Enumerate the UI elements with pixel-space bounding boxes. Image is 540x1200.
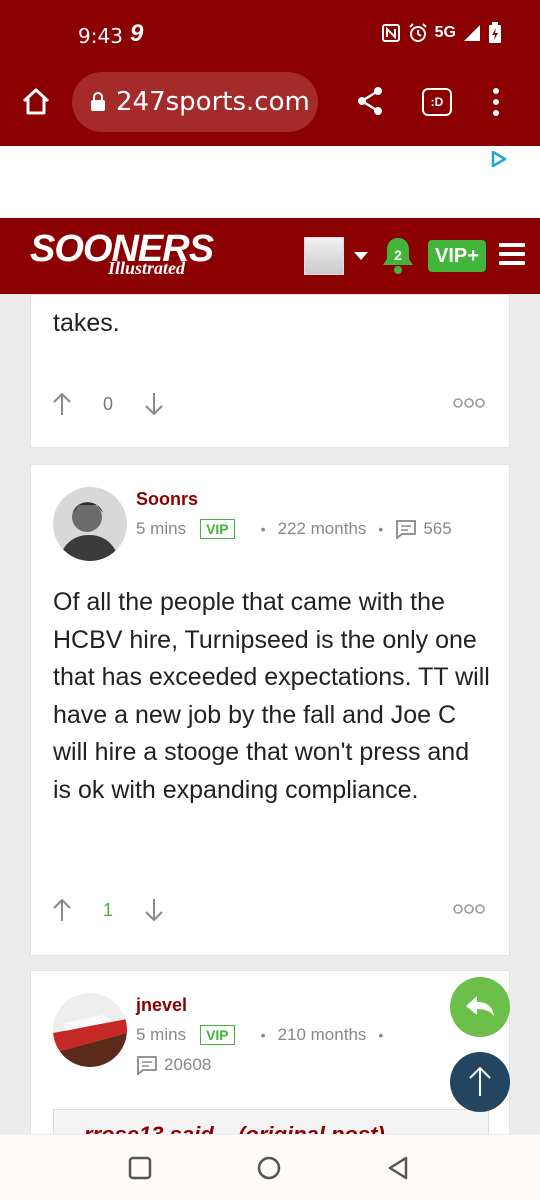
browser-toolbar: 247sports.com :D: [0, 72, 540, 146]
notification-count: 2: [394, 247, 402, 263]
home-nav-icon[interactable]: [256, 1155, 282, 1181]
ad-banner[interactable]: [0, 146, 540, 218]
member-tenure: 210 months: [277, 1025, 367, 1044]
message-count-icon: [137, 1056, 157, 1075]
share-icon[interactable]: [356, 86, 384, 116]
username-link[interactable]: Soonrs: [136, 489, 198, 510]
status-bar: 9:43 9 5G: [0, 0, 540, 72]
post-meta: 5 mins VIP • 210 months •: [136, 1025, 395, 1045]
lock-icon: [91, 92, 105, 111]
system-nav-bar: [0, 1134, 540, 1200]
scroll-to-top-fab[interactable]: [450, 1052, 510, 1112]
chevron-down-icon[interactable]: [354, 252, 368, 260]
overflow-menu-icon[interactable]: [490, 86, 502, 118]
arrow-up-icon: [469, 1066, 491, 1096]
member-tenure: 222 months: [277, 519, 367, 538]
post-card: takes. 0: [30, 294, 510, 448]
more-options-icon[interactable]: [453, 903, 485, 915]
post-card: jnevel 5 mins VIP • 210 months • 20608 r…: [30, 970, 510, 1150]
notification-bell-icon[interactable]: 2: [380, 235, 416, 275]
recents-icon[interactable]: [128, 1156, 152, 1180]
user-avatar[interactable]: [53, 487, 127, 561]
post-time: 5 mins: [136, 1025, 187, 1044]
reply-fab[interactable]: [450, 977, 510, 1037]
site-header: SOONERS Illustrated 2 VIP+: [0, 218, 540, 294]
upvote-arrow-icon[interactable]: [51, 897, 73, 923]
post-body: Of all the people that came with the HCB…: [53, 588, 490, 804]
username-link[interactable]: jnevel: [136, 995, 187, 1016]
post-time: 5 mins: [136, 519, 187, 538]
status-icons: 5G: [381, 22, 502, 44]
message-count: 20608: [164, 1055, 212, 1074]
separator-dot: •: [260, 1027, 266, 1043]
address-bar[interactable]: 247sports.com: [72, 72, 318, 132]
upvote-arrow-icon[interactable]: [51, 391, 73, 417]
adchoices-icon[interactable]: [490, 150, 508, 168]
separator-dot: •: [260, 521, 266, 537]
downvote-arrow-icon[interactable]: [143, 897, 165, 923]
url-text: 247sports.com: [116, 87, 310, 117]
home-icon[interactable]: [20, 86, 52, 118]
message-count-icon: [396, 520, 417, 539]
site-logo-sub: Illustrated: [108, 258, 186, 278]
message-count: 565: [423, 519, 452, 538]
post-card: Soonrs 5 mins VIP • 222 months • 565 Of …: [30, 464, 510, 956]
tab-switcher-button[interactable]: :D: [422, 88, 452, 116]
carrier-badge: 9: [130, 20, 144, 47]
downvote-arrow-icon[interactable]: [143, 391, 165, 417]
alarm-icon: [408, 23, 427, 42]
vip-plus-button[interactable]: VIP+: [428, 240, 486, 272]
post-meta-line2: 20608: [136, 1055, 211, 1075]
vip-badge: VIP: [200, 519, 235, 539]
battery-icon: [489, 22, 501, 43]
vote-count: 0: [102, 393, 113, 414]
separator-dot: •: [378, 521, 384, 537]
post-body: takes.: [53, 309, 120, 337]
vote-count: 1: [102, 899, 113, 920]
nfc-icon: [381, 24, 400, 42]
more-options-icon[interactable]: [453, 397, 485, 409]
back-icon[interactable]: [386, 1155, 410, 1181]
vote-controls: 0: [51, 391, 165, 417]
vote-controls: 1: [51, 897, 165, 923]
status-time: 9:43: [78, 24, 123, 48]
separator-dot: •: [378, 1027, 384, 1043]
hamburger-menu-icon[interactable]: [499, 243, 525, 270]
reply-icon: [466, 996, 494, 1016]
user-avatar[interactable]: [304, 237, 344, 275]
post-meta: 5 mins VIP • 222 months • 565: [136, 519, 452, 539]
vip-badge: VIP: [200, 1025, 235, 1045]
user-avatar[interactable]: [53, 993, 127, 1067]
signal-icon: [464, 25, 480, 41]
network-label: 5G: [434, 24, 456, 41]
